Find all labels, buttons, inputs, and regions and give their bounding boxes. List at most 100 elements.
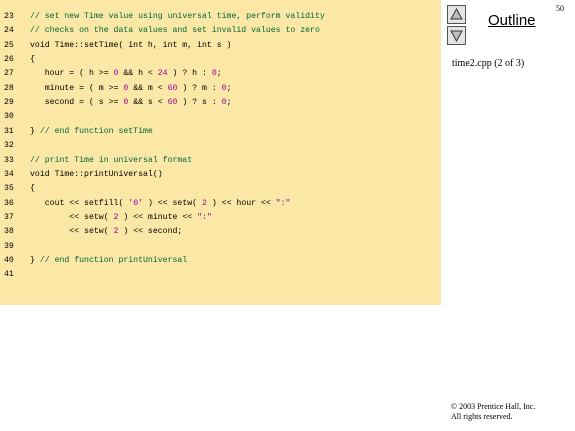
line-number: 25: [4, 40, 14, 50]
line-number: 34: [4, 169, 14, 179]
line-number: 40: [4, 255, 14, 265]
code-token: {: [30, 184, 35, 194]
code-token: << setw(: [30, 227, 114, 237]
line-text: {: [30, 53, 35, 67]
code-comment: // checks on the data values and set inv…: [30, 26, 320, 36]
line-number: 38: [4, 227, 14, 237]
code-line: 38 << setw( 2 ) << second;: [0, 225, 441, 239]
line-number: 28: [4, 83, 14, 93]
code-token: << setw(: [30, 212, 114, 222]
code-line: 41: [0, 268, 441, 282]
line-text: // print Time in universal format: [30, 154, 192, 168]
code-line: 34 void Time::printUniversal(): [0, 168, 441, 182]
rights-line: All rights reserved.: [451, 412, 513, 421]
line-number: 26: [4, 55, 14, 65]
code-line: 31} // end function setTime: [0, 125, 441, 139]
line-text: minute = ( m >= 0 && m < 60 ) ? m : 0;: [30, 82, 232, 96]
code-token: cout << setfill(: [30, 198, 129, 208]
code-token: ;: [226, 83, 232, 93]
code-line: 30: [0, 110, 441, 124]
next-slide-button[interactable]: [447, 26, 466, 45]
line-text: {: [30, 182, 35, 196]
line-number: 23: [4, 12, 14, 21]
line-text: << setw( 2 ) << second;: [30, 225, 182, 239]
code-token: ) << second;: [118, 227, 183, 237]
outline-link[interactable]: Outline: [488, 12, 536, 29]
line-number: 36: [4, 198, 14, 208]
line-number: 32: [4, 141, 14, 151]
code-line: 26 {: [0, 53, 441, 67]
code-token: && m <: [128, 83, 168, 93]
code-token: {: [30, 55, 35, 65]
code-line: 27 hour = ( h >= 0 && h < 24 ) ? h : 0;: [0, 67, 441, 81]
line-number: 31: [4, 126, 14, 136]
code-token: }: [30, 255, 40, 265]
line-text: } // end function setTime: [30, 125, 153, 139]
code-token: && h <: [118, 69, 158, 79]
code-literal: ":": [197, 212, 212, 222]
code-literal: 60: [167, 98, 178, 108]
code-token: void Time::printUniversal(): [30, 169, 163, 179]
line-number: 30: [4, 112, 14, 122]
line-text: // set new Time value using universal ti…: [30, 10, 325, 24]
code-token: ) ? s :: [177, 98, 222, 108]
copyright-line: © 2003 Prentice Hall, Inc.: [451, 402, 536, 411]
line-text: // checks on the data values and set inv…: [30, 24, 320, 38]
code-literal: 24: [157, 69, 168, 79]
code-comment: // end function setTime: [39, 126, 153, 136]
file-label: time2.cpp (2 of 3): [452, 58, 525, 69]
code-literal: '0': [128, 198, 144, 208]
code-token: ) << minute <<: [118, 212, 198, 222]
page-number: 50: [556, 4, 564, 13]
line-number: 24: [4, 26, 14, 36]
code-token: minute = ( m >=: [30, 83, 124, 93]
code-line: 29 second = ( s >= 0 && s < 60 ) ? s : 0…: [0, 96, 441, 110]
code-token: ;: [216, 69, 222, 79]
code-token: second = ( s >=: [30, 98, 124, 108]
code-line: 24 // checks on the data values and set i…: [0, 24, 441, 38]
line-number: 41: [4, 270, 14, 280]
line-text: void Time::setTime( int h, int m, int s …: [30, 39, 231, 53]
code-token: ) ? h :: [167, 69, 212, 79]
code-line: 25 void Time::setTime( int h, int m, int …: [0, 39, 441, 53]
code-line: 28 minute = ( m >= 0 && m < 60 ) ? m : 0…: [0, 82, 441, 96]
code-listing: 23 // set new Time value using universal …: [0, 0, 441, 305]
code-line: 40} // end function printUniversal: [0, 254, 441, 268]
line-text: cout << setfill( '0' ) << setw( 2 ) << h…: [30, 197, 291, 211]
code-token: ) << setw(: [143, 198, 202, 208]
code-token: }: [30, 126, 40, 136]
line-text: void Time::printUniversal(): [30, 168, 163, 182]
triangle-up-icon: [450, 7, 463, 20]
code-line: 35 {: [0, 182, 441, 196]
code-comment: // end function printUniversal: [39, 255, 188, 265]
code-token: void Time::setTime( int h, int m, int s …: [30, 40, 232, 50]
line-number: 39: [4, 241, 14, 251]
previous-slide-button[interactable]: [447, 5, 466, 24]
code-literal: ":": [275, 198, 291, 208]
code-token: && s <: [128, 98, 168, 108]
code-line: 36 cout << setfill( '0' ) << setw( 2 ) <…: [0, 197, 441, 211]
line-text: << setw( 2 ) << minute << ":": [30, 211, 212, 225]
line-number: 29: [4, 98, 14, 108]
line-number: 37: [4, 212, 14, 222]
code-line: 33 // print Time in universal format: [0, 154, 441, 168]
code-line: 23 // set new Time value using universal …: [0, 10, 441, 24]
line-text: hour = ( h >= 0 && h < 24 ) ? h : 0;: [30, 67, 222, 81]
code-comment: // set new Time value using universal ti…: [30, 12, 325, 21]
code-token: ) << hour <<: [206, 198, 276, 208]
line-number: 27: [4, 69, 14, 79]
code-line: 32: [0, 139, 441, 153]
line-text: second = ( s >= 0 && s < 60 ) ? s : 0;: [30, 96, 232, 110]
line-number: 33: [4, 155, 14, 165]
code-literal: 60: [167, 83, 178, 93]
code-token: hour = ( h >=: [30, 69, 114, 79]
line-text: } // end function printUniversal: [30, 254, 187, 268]
code-comment: // print Time in universal format: [30, 155, 193, 165]
code-token: ) ? m :: [177, 83, 222, 93]
code-line: 39: [0, 240, 441, 254]
line-number: 35: [4, 184, 14, 194]
code-line: 37 << setw( 2 ) << minute << ":": [0, 211, 441, 225]
triangle-down-icon: [450, 30, 463, 43]
code-token: ;: [226, 98, 232, 108]
copyright-notice: © 2003 Prentice Hall, Inc. All rights re…: [451, 402, 535, 422]
